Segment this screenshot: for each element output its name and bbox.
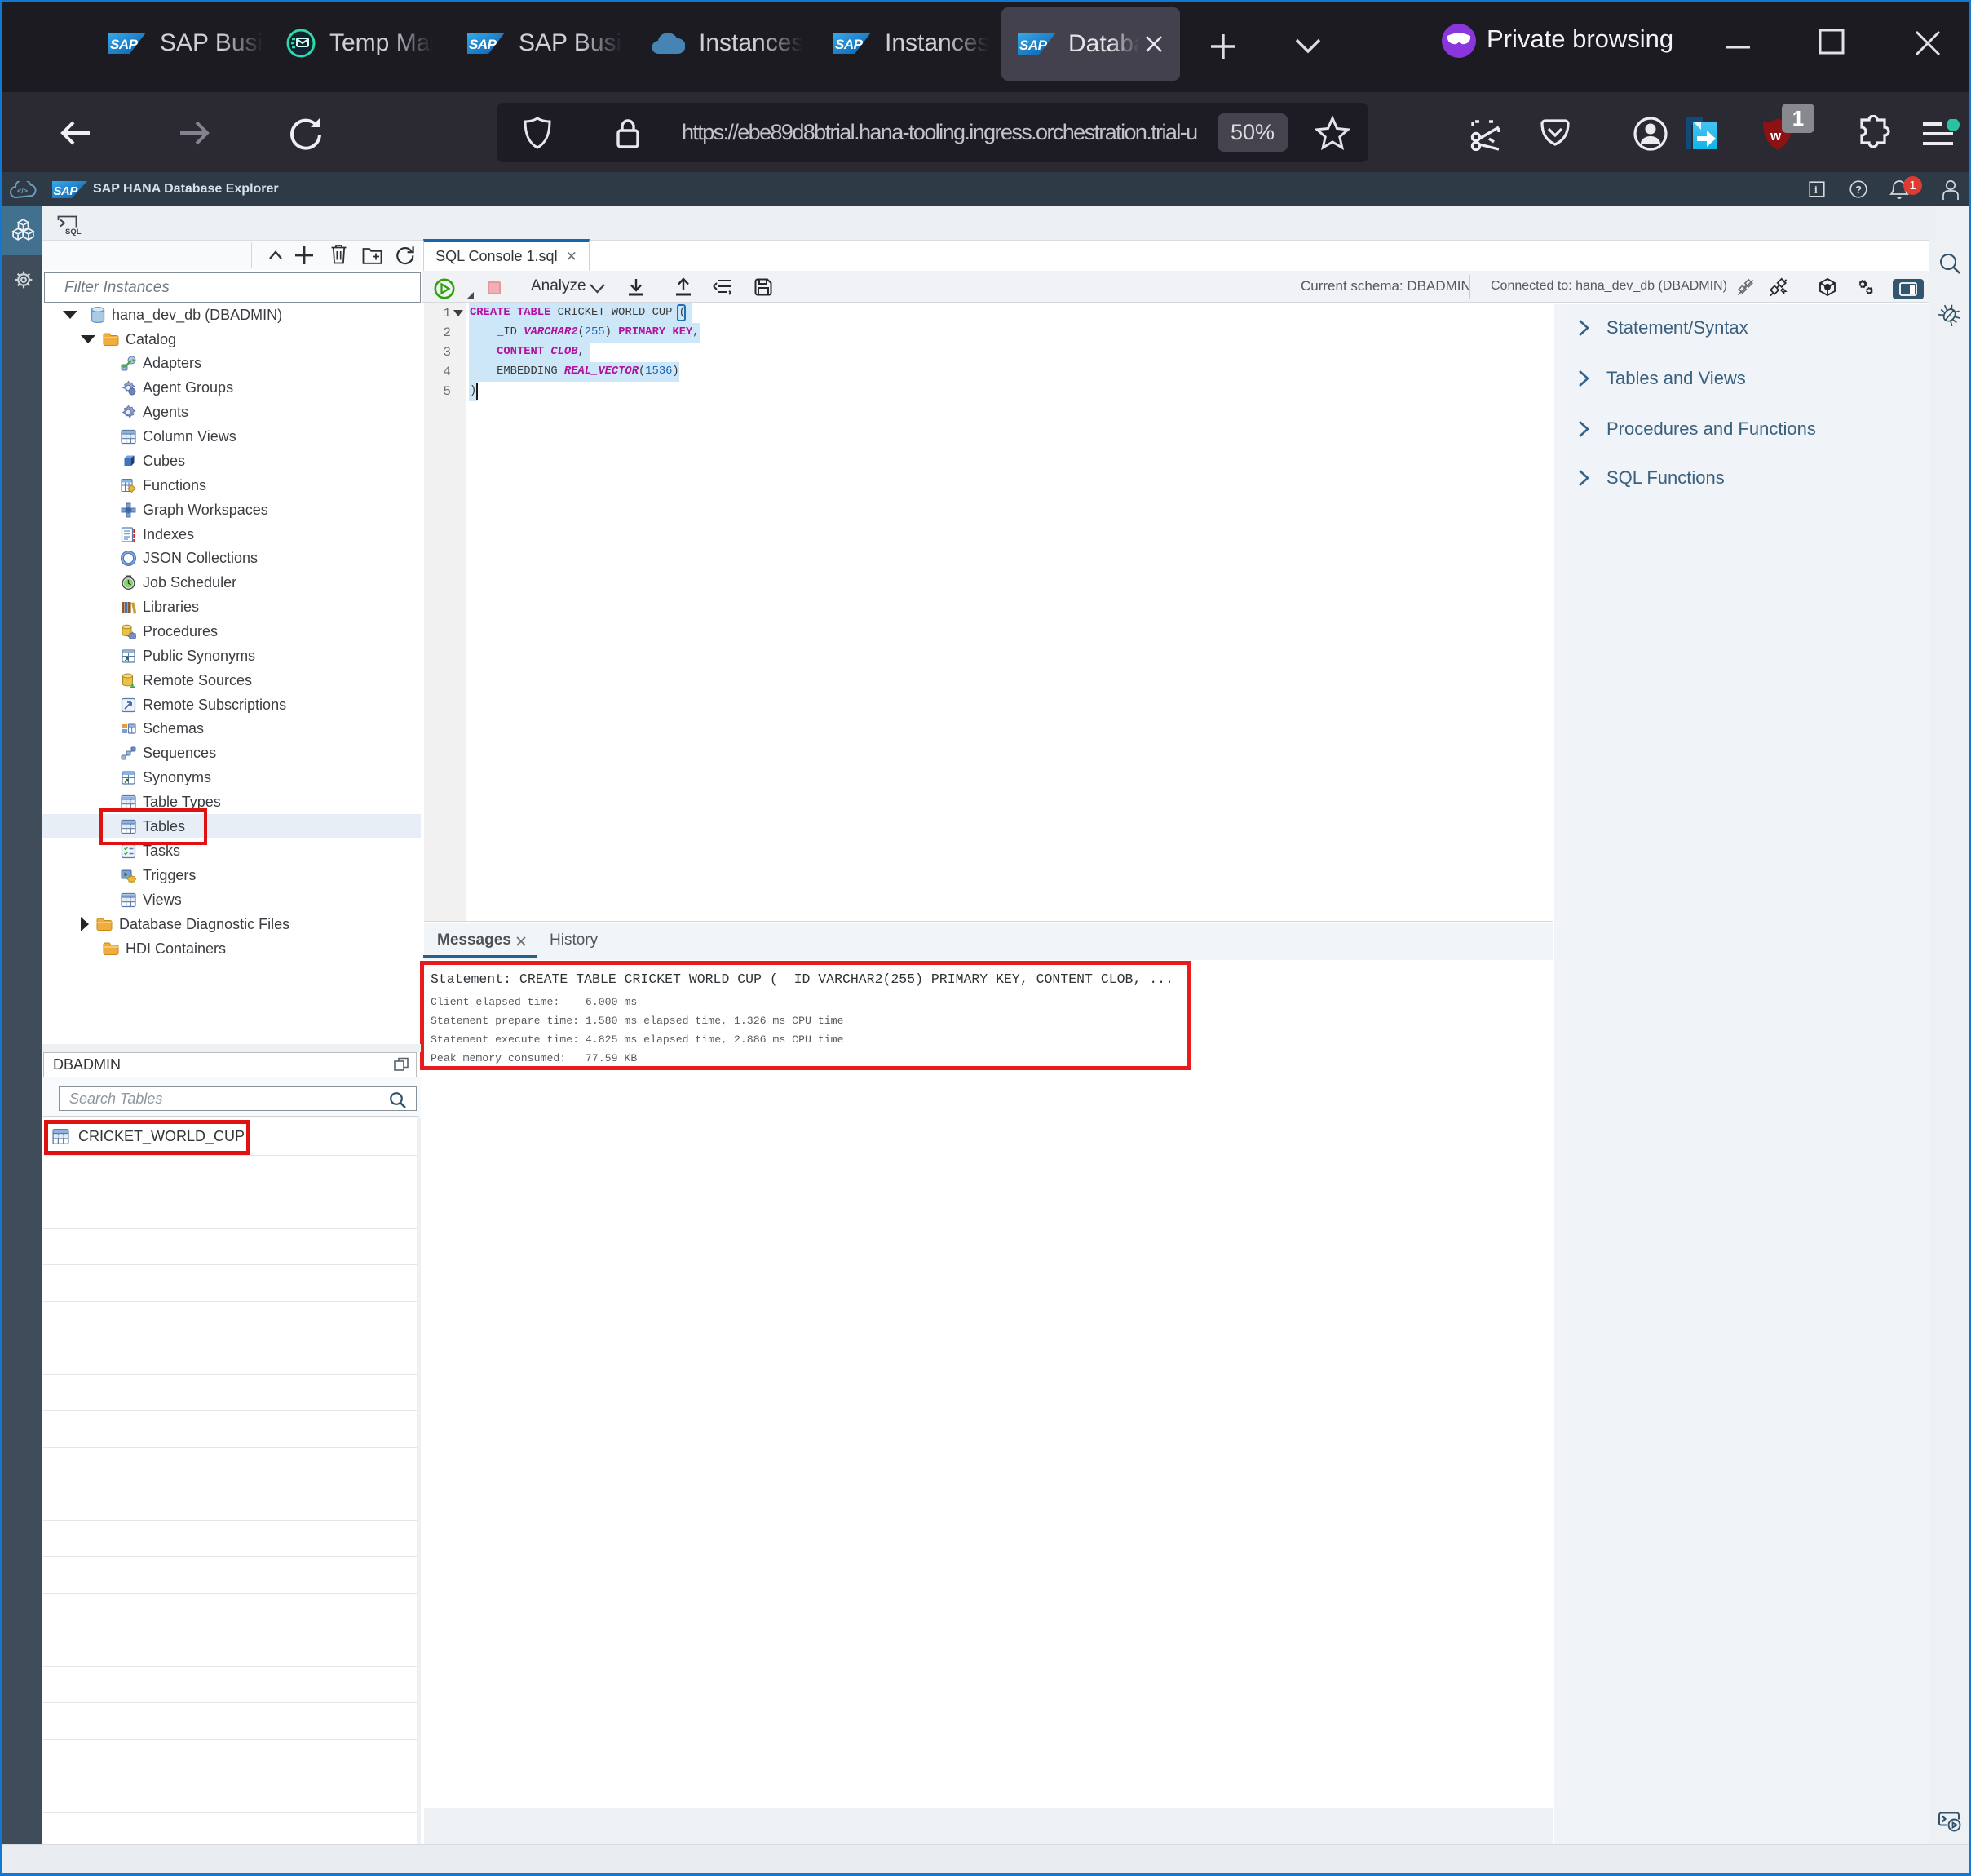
svg-text:SAP: SAP xyxy=(469,37,497,52)
svg-text:SQL: SQL xyxy=(65,228,82,236)
svg-text:?: ? xyxy=(1855,184,1862,196)
svg-text:SAP: SAP xyxy=(54,184,79,198)
svg-text:SAP: SAP xyxy=(835,37,864,52)
svg-text:SAP: SAP xyxy=(1019,38,1048,53)
svg-text:</>: </> xyxy=(17,187,28,195)
svg-text:SAP: SAP xyxy=(110,37,139,52)
svg-text:w: w xyxy=(1770,128,1782,144)
svg-text:i: i xyxy=(1814,184,1818,196)
